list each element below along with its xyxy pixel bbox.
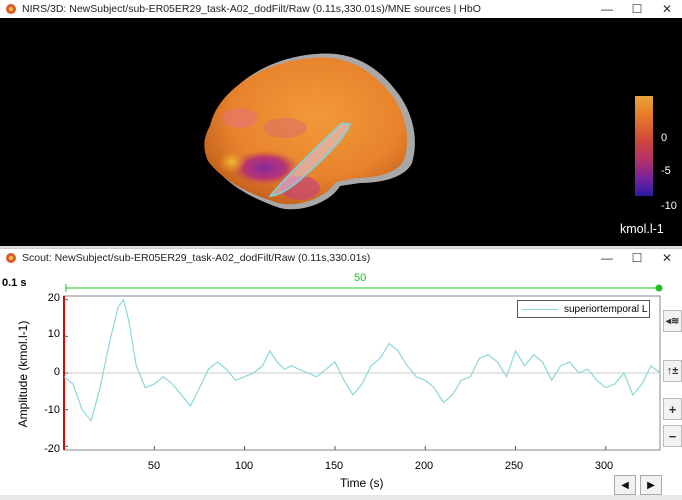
time-slider-handle[interactable]: [655, 284, 663, 292]
minimize-button[interactable]: —: [592, 249, 622, 267]
x-axis-label: Time (s): [340, 476, 384, 490]
legend-label: superiortemporal L: [564, 303, 648, 315]
scout-window-title: Scout: NewSubject/sub-ER05ER29_task-A02_…: [22, 251, 371, 264]
x-tick-label-100: 100: [234, 460, 254, 472]
brain-3d-viewer[interactable]: 0 -5 -10 kmol.l-1: [0, 18, 682, 246]
scale-auto-button[interactable]: ↑±: [663, 360, 682, 382]
y-tick-label-neg20: -20: [44, 443, 60, 455]
prev-time-button[interactable]: ◀: [614, 475, 636, 495]
colorbar-tick-neg5: -5: [661, 165, 671, 177]
status-strip: [0, 495, 682, 500]
y-tick-label-10: 10: [47, 328, 60, 340]
maximize-button[interactable]: ☐: [622, 0, 652, 18]
y-tick-label-0: 0: [53, 366, 60, 378]
x-tick-label-50: 50: [147, 460, 161, 472]
brain-surface-render: [204, 53, 415, 210]
app-icon: [4, 251, 18, 265]
colormap-bar[interactable]: [635, 96, 653, 196]
x-tick-label-200: 200: [414, 460, 434, 472]
colorbar-tick-neg10: -10: [661, 200, 677, 212]
brain3d-window-titlebar: NIRS/3D: NewSubject/sub-ER05ER29_task-A0…: [0, 0, 682, 18]
y-tick-label-20: 20: [47, 292, 60, 304]
x-tick-label-250: 250: [504, 460, 524, 472]
zoom-in-button[interactable]: +: [663, 398, 682, 420]
legend-swatch: [522, 308, 558, 310]
x-tick-label-150: 150: [324, 460, 344, 472]
scout-window-titlebar: Scout: NewSubject/sub-ER05ER29_task-A02_…: [0, 248, 682, 266]
minimize-button[interactable]: —: [592, 0, 622, 18]
colorbar-unit: kmol.l-1: [620, 222, 664, 236]
chart-legend: superiortemporal L: [517, 300, 650, 318]
close-button[interactable]: ✕: [652, 0, 682, 18]
app-icon: [4, 2, 18, 16]
maximize-button[interactable]: ☐: [622, 249, 652, 267]
colorbar-tick-0: 0: [661, 132, 668, 144]
y-axis-label: Amplitude (kmol.l-1): [16, 320, 30, 428]
x-tick-label-300: 300: [594, 460, 614, 472]
display-mode-button[interactable]: ◂≋: [663, 310, 682, 332]
y-tick-label-neg10: -10: [44, 404, 60, 416]
close-button[interactable]: ✕: [652, 249, 682, 267]
zoom-out-button[interactable]: −: [663, 425, 682, 447]
next-time-button[interactable]: ▶: [640, 475, 662, 495]
brain3d-window-title: NIRS/3D: NewSubject/sub-ER05ER29_task-A0…: [22, 3, 481, 15]
